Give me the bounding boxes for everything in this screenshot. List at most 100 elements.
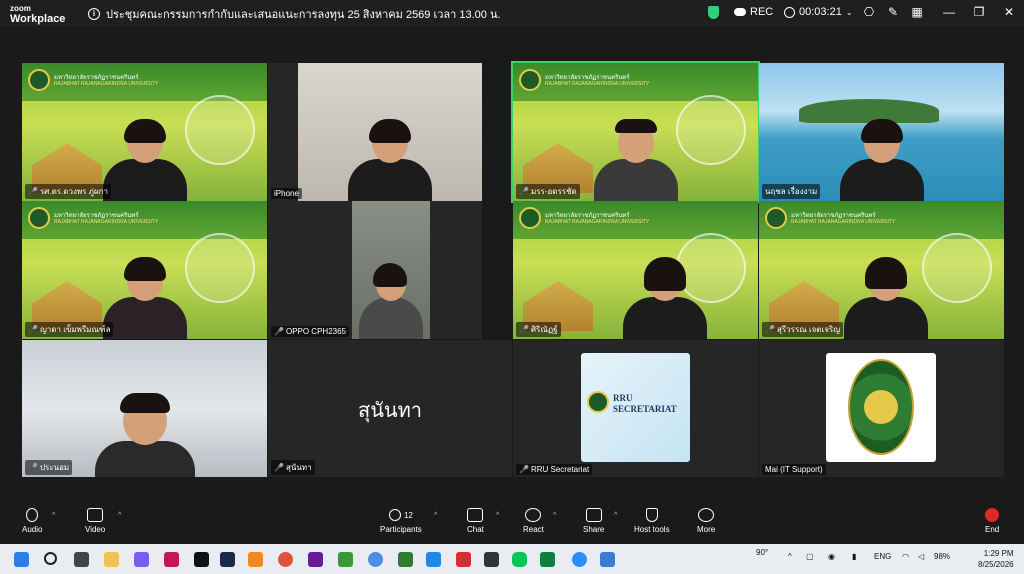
tray-notify-icon[interactable]: ◉ [828,552,835,561]
participants-button[interactable]: 12 Participants [380,508,422,534]
windows-start-icon[interactable] [14,552,29,567]
participant-video [102,257,187,339]
profile-picture: RRU SECRETARIAT [581,353,690,462]
capcut-icon[interactable] [194,552,209,567]
end-button[interactable]: End [985,508,999,534]
participant-name: 🎤 RRU Secretariat [516,464,593,475]
participants-options-chevron-icon[interactable]: ^ [434,512,437,519]
participant-video [622,257,707,339]
apps-icon[interactable]: ⎔ [862,5,876,19]
participant-name-text: นฤชล เรื่องงาม [765,187,818,196]
tray-apps-icon[interactable]: ▢ [806,552,814,561]
info-icon[interactable]: i [88,8,100,20]
audio-options-chevron-icon[interactable]: ^ [52,512,55,519]
app-x-icon[interactable] [248,552,263,567]
battery-indicator[interactable]: 98% [934,552,950,561]
cloud-icon [734,8,746,16]
clock-widget[interactable]: 1:29 PM 8/25/2026 [978,548,1014,570]
language-indicator[interactable]: ENG [874,552,891,561]
copilot-icon[interactable] [134,552,149,567]
video-tile[interactable]: Mai (IT Support) [759,340,1004,477]
video-tile[interactable]: มหาวิทยาลัยราชภัฏราชนครินทร์ RAJABHAT RA… [513,201,758,339]
zoom-icon[interactable] [572,552,587,567]
globe-graphic [185,233,255,303]
island-background [799,99,939,123]
video-options-chevron-icon[interactable]: ^ [118,512,121,519]
file-explorer-icon[interactable] [104,552,119,567]
video-tile[interactable]: 🎤 ประนอม [22,340,267,477]
line-icon[interactable] [512,552,527,567]
mic-muted-icon: 🎤 [519,325,529,334]
wifi-icon[interactable]: ◠ [902,552,909,561]
app-green2-icon[interactable] [540,552,555,567]
calculator-icon[interactable] [398,552,413,567]
volume-icon[interactable]: ◁ [918,552,924,561]
chat-options-chevron-icon[interactable]: ^ [496,512,499,519]
video-tile[interactable]: มหาวิทยาลัยราชภัฏราชนครินทร์ RAJABHAT RA… [22,201,267,339]
weather-widget[interactable]: 90° [756,548,768,557]
meeting-timer[interactable]: 00:03:21 ⌄ [784,6,853,18]
chat-button[interactable]: Chat [467,508,484,534]
video-tile-active-speaker[interactable]: มหาวิทยาลัยราชภัฏราชนครินทร์ RAJABHAT RA… [511,61,760,203]
task-view-icon[interactable] [74,552,89,567]
outlook-icon[interactable] [600,552,615,567]
chevron-up-icon[interactable]: ^ [788,552,792,561]
university-logo [587,391,609,413]
search-icon[interactable] [44,552,57,565]
participant-name: 🎤 ศิริณัฏฐ์ [516,322,561,337]
end-label: End [985,525,1000,534]
audio-label: Audio [22,525,43,534]
mic-muted-icon: 🎤 [519,187,529,196]
participant-name-text: OPPO CPH2365 [285,327,346,336]
minimize-icon[interactable]: — [942,5,956,19]
meeting-info[interactable]: i ประชุมคณะกรรมการกำกับและเสนอแนะการลงทุ… [88,5,501,23]
react-options-chevron-icon[interactable]: ^ [553,512,556,519]
gallery-view-icon[interactable]: ▦ [910,5,924,19]
participant-name: นฤชล เรื่องงาม [762,184,821,199]
annotate-icon[interactable]: ✎ [886,5,900,19]
react-button[interactable]: React [523,508,544,534]
host-tools-button[interactable]: Host tools [634,508,670,534]
more-button[interactable]: More [697,508,715,534]
video-tile[interactable]: มหาวิทยาลัยราชภัฏราชนครินทร์ RAJABHAT RA… [759,201,1004,339]
university-name-en: RAJABHAT RAJANAGARINDRA UNIVERSITY [791,219,896,225]
video-tile[interactable]: นฤชล เรื่องงาม [759,63,1004,201]
media-player-icon[interactable] [164,552,179,567]
share-options-chevron-icon[interactable]: ^ [614,512,617,519]
maximize-icon[interactable]: ❐ [972,5,986,19]
participant-video [352,201,430,339]
participant-video [94,393,195,477]
shield-icon [645,508,658,522]
share-label: Share [583,525,605,534]
terminal-icon[interactable] [484,552,499,567]
audio-button[interactable]: Audio [22,508,42,534]
shield-icon[interactable] [708,6,719,19]
app-a-icon[interactable] [220,552,235,567]
video-tile[interactable]: สุนันทา 🎤 สุนันทา [268,340,512,477]
camera-off-icon [87,508,104,522]
os-taskbar: 90° ^ ▢ ◉ ▮ ENG ◠ ◁ 98% 1:29 PM 8/25/202… [0,544,1024,574]
video-tile[interactable]: มหาวิทยาลัยราชภัฏราชนครินทร์ RAJABHAT RA… [22,63,267,201]
participant-name-text: สุรีวรรณ เจตเจริญ [776,325,841,334]
pdf-icon[interactable] [456,552,471,567]
recording-indicator[interactable]: REC [734,6,773,18]
microphone-icon[interactable]: ▮ [852,552,856,561]
share-button[interactable]: Share [583,508,604,534]
app-green-icon[interactable] [338,552,353,567]
video-button[interactable]: Video [85,508,105,534]
firefox-icon[interactable] [278,552,293,567]
app-blue-icon[interactable] [426,552,441,567]
participant-video [844,257,929,339]
video-tile[interactable]: RRU SECRETARIAT 🎤 RRU Secretariat [513,340,758,477]
university-logo [519,207,541,229]
chat-icon [467,508,484,522]
mic-muted-icon: 🎤 [274,327,284,336]
video-tile[interactable]: 🎤 OPPO CPH2365 [268,201,482,339]
chrome-icon[interactable] [368,552,383,567]
participant-display-name: สุนันทา [358,400,422,422]
video-tile[interactable]: iPhone [268,63,482,201]
participant-name-text: ศิริณัฏฐ์ [530,325,558,334]
nexus-icon[interactable] [308,552,323,567]
close-icon[interactable]: ✕ [1002,5,1016,19]
university-name-en: RAJABHAT RAJANAGARINDRA UNIVERSITY [545,219,650,225]
